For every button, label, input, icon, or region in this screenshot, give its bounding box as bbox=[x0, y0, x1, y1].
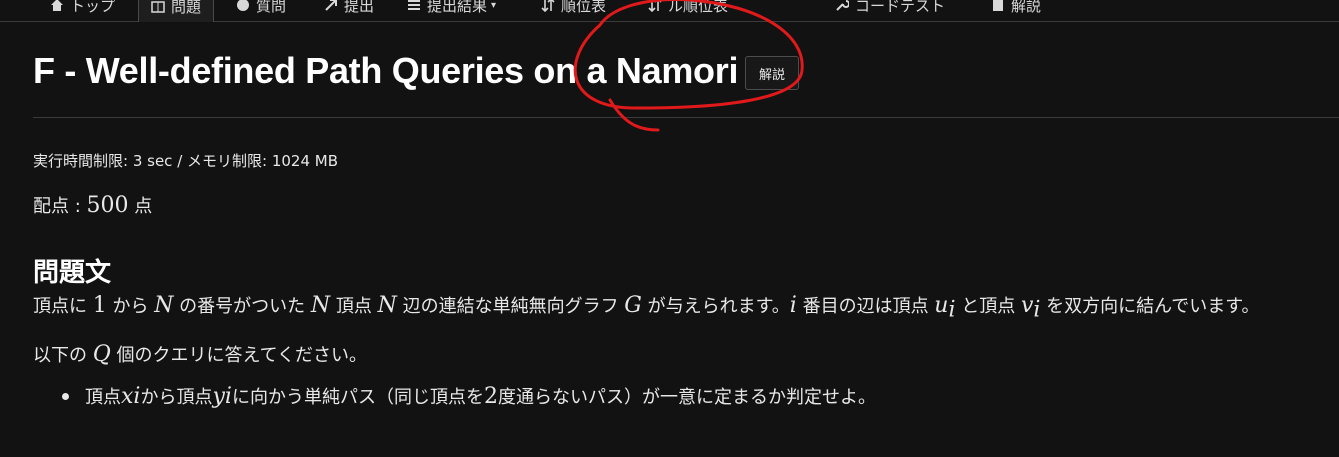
tab-label: 質問 bbox=[256, 0, 287, 15]
file-icon bbox=[993, 0, 1003, 11]
tab-problem[interactable]: 問題 bbox=[138, 0, 215, 22]
tab-label: 提出結果 bbox=[427, 0, 488, 15]
tab-label: 問題 bbox=[171, 0, 202, 16]
send-icon bbox=[325, 0, 337, 11]
tab-label: 順位表 bbox=[561, 0, 607, 15]
tab-label: 解説 bbox=[1011, 0, 1042, 15]
tab-label: コードテスト bbox=[855, 0, 946, 15]
top-nav: トップ 問題 質問 提出 提出結果 ▾ 順位表 ル順位表 コードテスト 解説 bbox=[0, 0, 1339, 22]
editorial-button[interactable]: 解説 bbox=[745, 56, 799, 90]
score-line: 配点 : 500 点 bbox=[33, 192, 152, 218]
section-heading: 問題文 bbox=[33, 258, 112, 288]
book-icon bbox=[151, 0, 165, 13]
info-icon bbox=[237, 0, 249, 11]
tab-virtual-standings[interactable]: ル順位表 bbox=[648, 0, 728, 19]
problem-title: F - Well-defined Path Queries on a Namor… bbox=[33, 50, 739, 91]
chevron-down-icon: ▾ bbox=[491, 0, 497, 11]
sort-icon bbox=[541, 0, 555, 12]
statement-paragraph-2: 以下の Q 個のクエリに答えてください。 bbox=[33, 342, 368, 367]
limits-text: 実行時間制限: 3 sec / メモリ制限: 1024 MB bbox=[33, 152, 339, 170]
tab-standings[interactable]: 順位表 bbox=[541, 0, 606, 19]
bullet-icon bbox=[62, 392, 69, 400]
tab-submit[interactable]: 提出 bbox=[324, 0, 374, 19]
tab-label: トップ bbox=[70, 0, 116, 15]
tab-label: 提出 bbox=[344, 0, 375, 15]
list-icon bbox=[408, 0, 420, 10]
score-unit: 点 bbox=[128, 196, 153, 217]
tab-question[interactable]: 質問 bbox=[236, 0, 286, 19]
wrench-icon bbox=[836, 0, 849, 11]
tab-results[interactable]: 提出結果 ▾ bbox=[407, 0, 496, 19]
score-label: 配点 : bbox=[33, 196, 87, 217]
sort-icon bbox=[648, 0, 662, 12]
tab-editorial[interactable]: 解説 bbox=[991, 0, 1041, 19]
tab-top[interactable]: トップ bbox=[50, 0, 115, 19]
tab-label: ル順位表 bbox=[668, 0, 729, 15]
tab-code-test[interactable]: コードテスト bbox=[835, 0, 945, 19]
home-icon bbox=[51, 0, 63, 11]
statement-paragraph-1: 頂点に 1 から N の番号がついた N 頂点 N 辺の連結な単純無向グラフ G… bbox=[33, 293, 1260, 323]
score-value: 500 bbox=[86, 193, 129, 218]
list-item: 頂点 xi から頂点 yi に向かう単純パス（同じ頂点を 2 度通らないパス）が… bbox=[62, 383, 876, 409]
divider bbox=[33, 117, 1339, 118]
